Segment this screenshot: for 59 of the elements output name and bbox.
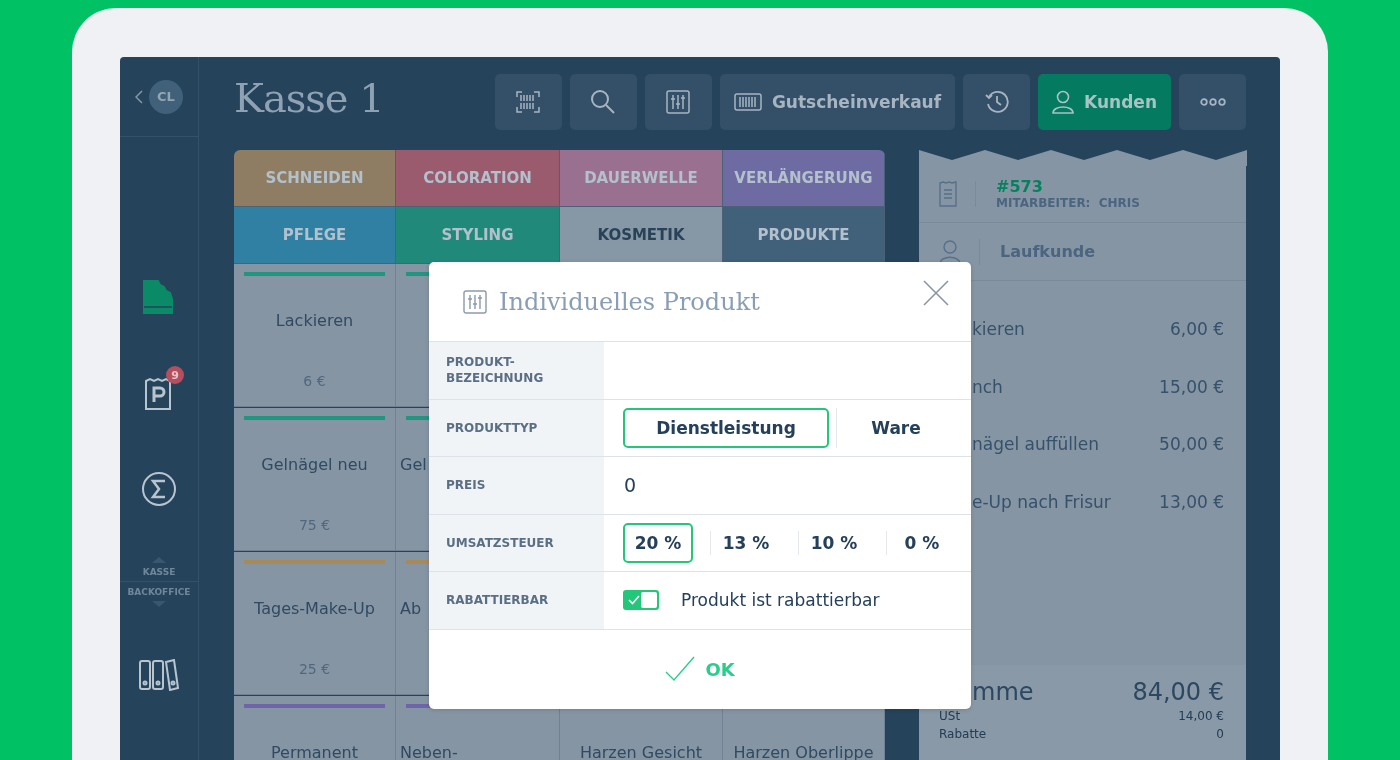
dialog-title: Individuelles Produkt	[499, 287, 760, 316]
receipt-number: #573	[996, 177, 1044, 196]
register-title: Kasse 1	[234, 75, 384, 121]
category-tab[interactable]: PRODUKTE	[723, 207, 885, 264]
tax-label: USt	[939, 708, 961, 725]
total-label: mme	[971, 677, 1034, 707]
user-avatar[interactable]: CL	[149, 79, 183, 114]
person-icon	[1052, 90, 1075, 114]
product-type-option[interactable]: Dienstleistung	[623, 407, 829, 448]
field-label: PREIS	[429, 457, 604, 514]
history-icon	[984, 90, 1009, 114]
parking-ticket-icon[interactable]	[144, 375, 174, 411]
toolbar-icon-button[interactable]	[963, 74, 1031, 130]
ok-button[interactable]: OK	[657, 652, 743, 687]
discount-toggle[interactable]	[623, 590, 659, 611]
barcode-icon	[733, 93, 762, 111]
check-icon	[628, 595, 640, 606]
category-tab[interactable]: DAUERWELLE	[560, 150, 723, 207]
sigma-circle-icon[interactable]	[141, 471, 177, 507]
tax-amount: 14,00 €	[1178, 708, 1224, 725]
field-label: PRODUKT- BEZEICHNUNG	[429, 342, 604, 399]
field-label: UMSATZSTEUER	[429, 514, 604, 571]
binders-icon[interactable]	[138, 659, 180, 691]
product-tile[interactable]: Permanent	[234, 696, 396, 760]
discount-label: Rabatte	[939, 726, 987, 743]
toolbar-icon-button[interactable]	[569, 74, 637, 130]
field-label: PRODUKTTYP	[429, 399, 604, 456]
category-tab[interactable]: VERLÄNGERUNG	[723, 150, 885, 207]
more-icon	[1199, 98, 1226, 106]
category-tab[interactable]: PFLEGE	[234, 207, 396, 264]
sliders-icon	[666, 90, 691, 114]
toolbar-button[interactable]: Gutscheinverkauf	[719, 74, 956, 130]
sliders-icon	[463, 289, 487, 314]
tax-rate-option[interactable]: 20 %	[623, 522, 693, 563]
back-chevron-icon[interactable]	[135, 89, 143, 104]
count-badge: 9	[166, 366, 184, 384]
mode-label[interactable]: KASSE	[142, 565, 176, 579]
category-tab[interactable]: STYLING	[396, 207, 560, 264]
register-icon[interactable]	[142, 279, 176, 315]
toolbar-button[interactable]: Kunden	[1038, 74, 1171, 130]
discount-amount: 0	[1216, 726, 1224, 743]
receipt-icon	[939, 180, 976, 207]
category-tab[interactable]: COLORATION	[396, 150, 560, 207]
category-tab[interactable]: SCHNEIDEN	[234, 150, 396, 207]
staff-label: MITARBEITER: CHRIS	[996, 196, 1140, 210]
toggle-knob[interactable]	[641, 592, 657, 609]
category-tab[interactable]: KOSMETIK	[560, 207, 723, 264]
mode-label[interactable]: BACKOFFICE	[120, 581, 198, 599]
toolbar-icon-button[interactable]	[494, 74, 562, 130]
field-label: RABATTIERBAR	[429, 572, 604, 629]
toggle-label: Produkt ist rabattierbar	[681, 590, 880, 611]
toolbar-icon-button[interactable]	[644, 74, 712, 130]
close-icon[interactable]	[923, 280, 949, 306]
check-icon	[665, 656, 696, 683]
customer-name[interactable]: Laufkunde	[1000, 242, 1096, 261]
toolbar-icon-button[interactable]	[1179, 74, 1246, 130]
barcode-scan-icon	[516, 91, 541, 113]
search-icon	[590, 89, 617, 115]
total-amount: 84,00 €	[1132, 677, 1224, 707]
